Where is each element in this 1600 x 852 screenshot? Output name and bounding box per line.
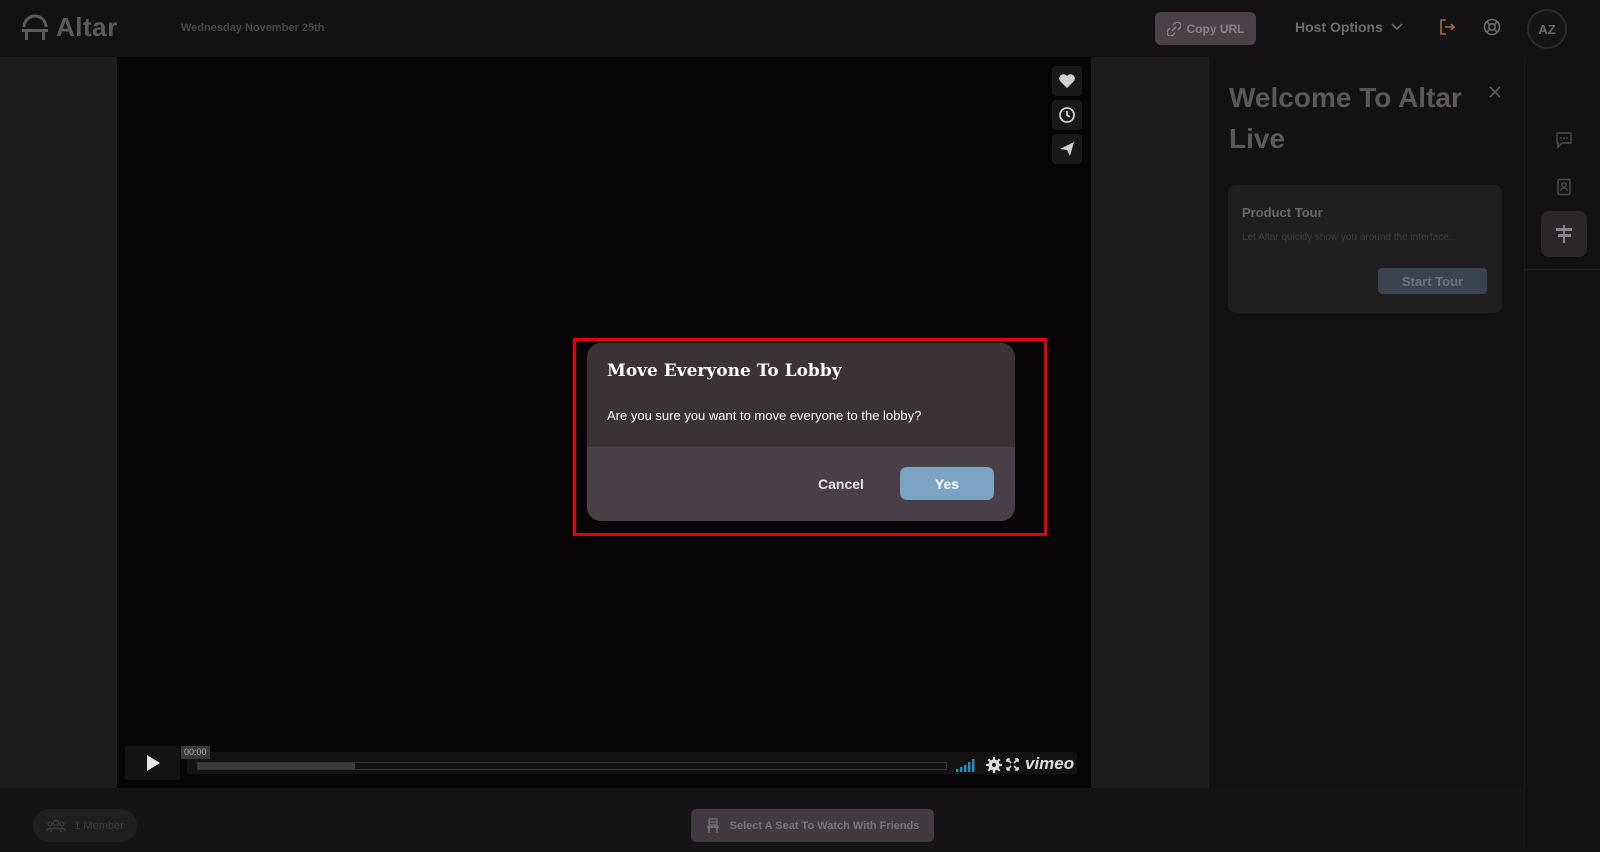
video-controls: 00:00 vimeo (125, 746, 1077, 780)
settings-gear-icon[interactable] (986, 757, 1002, 773)
signpost-icon (1556, 225, 1572, 243)
time-tooltip: 00:00 (181, 746, 210, 759)
progress-track[interactable] (197, 762, 947, 770)
tour-title: Product Tour (1242, 205, 1323, 220)
rail-divider (1525, 269, 1600, 270)
quality-bars-icon[interactable] (956, 758, 978, 772)
right-rail (1524, 57, 1600, 852)
contact-card-icon (1557, 178, 1571, 196)
members-label: 1 Member (74, 819, 124, 832)
cancel-button[interactable]: Cancel (811, 467, 871, 500)
dialog-message: Are you sure you want to move everyone t… (607, 408, 922, 423)
tour-description: Let Altar quickly show you around the in… (1242, 232, 1452, 243)
dialog-footer: Cancel Yes (587, 447, 1015, 521)
send-icon (1060, 142, 1074, 156)
stage-gap (1091, 57, 1209, 788)
fullscreen-icon[interactable] (1006, 758, 1019, 771)
chair-icon (706, 817, 719, 833)
bottom-bar: 1 Member Select A Seat To Watch With Fri… (0, 788, 1524, 852)
product-tour-card: Product Tour Let Altar quickly show you … (1228, 185, 1502, 313)
avatar-initials: AZ (1538, 21, 1556, 37)
confirm-dialog: Move Everyone To Lobby Are you sure you … (587, 343, 1015, 521)
like-button[interactable] (1052, 66, 1082, 96)
members-button[interactable]: 1 Member (33, 809, 137, 842)
chat-icon (1556, 132, 1572, 149)
play-icon (146, 755, 160, 771)
people-icon (46, 819, 67, 832)
heart-icon (1059, 74, 1075, 88)
select-seat-label: Select A Seat To Watch With Friends (729, 819, 920, 832)
panel-title: Welcome To Altar Live (1229, 82, 1462, 154)
watch-later-button[interactable] (1052, 100, 1082, 130)
clock-icon (1059, 107, 1075, 123)
avatar[interactable]: AZ (1527, 9, 1567, 49)
dialog-title: Move Everyone To Lobby (607, 361, 842, 381)
logo-text: Altar (56, 12, 118, 42)
top-bar: Altar Wednesday November 25th Copy URL H… (0, 0, 1600, 57)
help-lifebuoy-icon[interactable] (1481, 16, 1503, 38)
copy-url-label: Copy URL (1186, 21, 1245, 36)
host-options-menu[interactable]: Host Options (1295, 19, 1403, 35)
exit-icon[interactable] (1437, 16, 1459, 38)
share-button[interactable] (1052, 134, 1082, 164)
start-tour-button[interactable]: Start Tour (1378, 268, 1487, 294)
copy-url-button[interactable]: Copy URL (1155, 12, 1256, 45)
chevron-down-icon (1391, 23, 1403, 31)
welcome-panel: Welcome To Altar Live Product Tour Let A… (1209, 57, 1524, 852)
host-options-label: Host Options (1295, 19, 1383, 35)
rail-chat-button[interactable] (1541, 117, 1587, 163)
close-icon[interactable] (1487, 84, 1503, 100)
progress-fill (198, 763, 356, 769)
rail-signpost-button[interactable] (1541, 211, 1587, 257)
logo[interactable]: Altar (20, 12, 118, 43)
altar-logo-icon (22, 14, 48, 40)
yes-button[interactable]: Yes (900, 467, 994, 500)
left-margin (0, 57, 117, 788)
rail-people-button[interactable] (1541, 164, 1587, 210)
select-seat-button[interactable]: Select A Seat To Watch With Friends (691, 809, 934, 842)
dialog-body: Move Everyone To Lobby Are you sure you … (587, 343, 1015, 447)
play-button[interactable] (125, 746, 180, 780)
date-label: Wednesday November 25th (181, 22, 325, 34)
link-icon (1166, 21, 1181, 36)
vimeo-logo[interactable]: vimeo (1025, 754, 1074, 774)
